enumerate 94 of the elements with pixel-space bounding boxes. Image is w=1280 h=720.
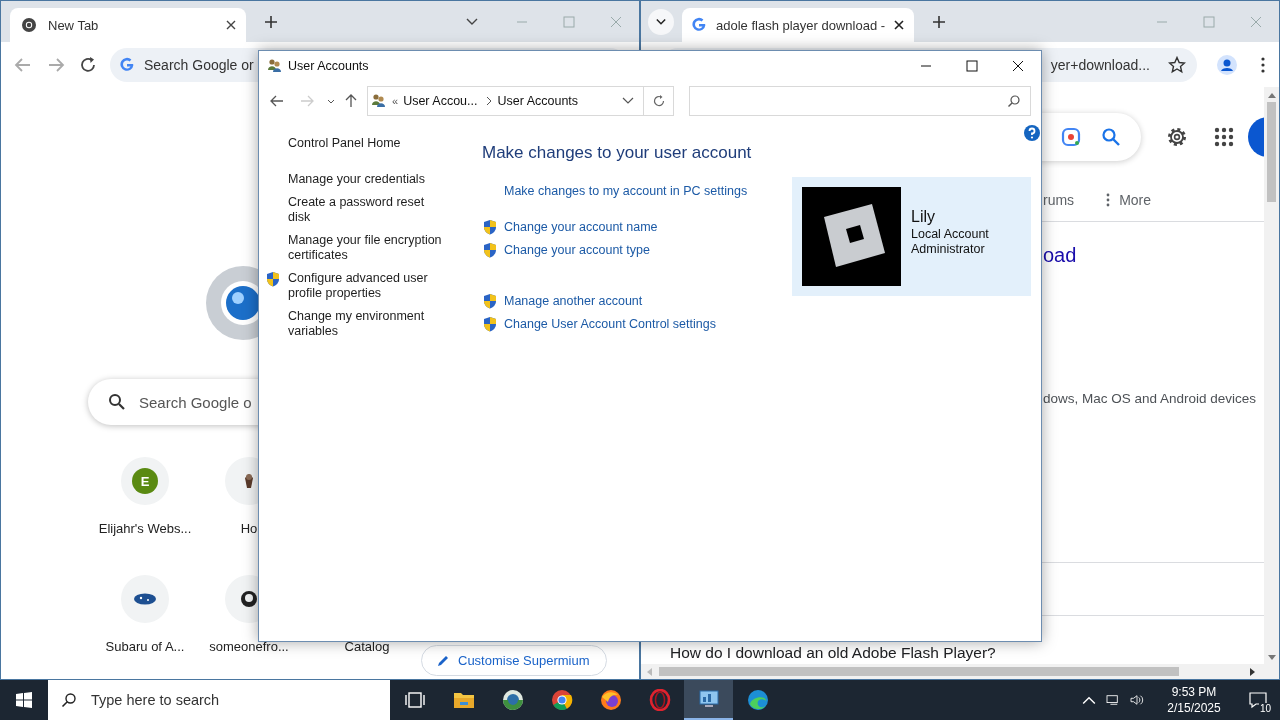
wave-icon [746,689,769,711]
dropdown-icon[interactable] [327,98,335,104]
scrollbar-thumb[interactable] [659,667,1179,676]
up-arrow-icon[interactable] [343,93,359,109]
clock[interactable]: 9:53 PM 2/15/2025 [1156,684,1232,716]
window-title: User Accounts [288,58,369,73]
result-link[interactable]: oad [1043,242,1077,268]
profile-icon[interactable] [1217,54,1237,75]
g-logo-icon [691,17,707,33]
right-arrow-icon[interactable] [1250,667,1255,676]
search-field[interactable] [689,86,1031,116]
browser-logo-icon [21,17,37,33]
chevron-right-icon[interactable] [486,96,493,106]
browser-tab[interactable]: New Tab [10,8,246,42]
task-view-icon [403,689,426,711]
refresh-icon [651,94,666,108]
tab-search-button[interactable] [648,8,674,35]
new-tab-icon[interactable] [264,14,278,29]
maximize-icon[interactable] [966,59,978,72]
flame-circle-icon [599,689,622,711]
account-type: Local Account [911,226,989,242]
kebab-icon [1106,193,1111,207]
search-icon [61,692,77,708]
browser-tab[interactable]: adole flash player download - [682,8,914,42]
scrollbar[interactable] [1264,87,1279,664]
account-name: Lily [911,206,936,227]
windows-logo-icon [16,692,32,708]
close-icon[interactable] [1012,59,1024,72]
search-field[interactable]: Type here to search [48,680,390,720]
reload-icon[interactable] [78,54,98,75]
search-icon[interactable] [1101,127,1121,147]
volume-icon[interactable] [1130,694,1144,706]
back-arrow-icon[interactable] [269,93,285,109]
page-heading: Make changes to your user account [482,142,753,164]
settings-icon[interactable] [1166,126,1188,148]
close-icon[interactable] [226,20,236,30]
address-bar[interactable]: « User Accou... User Accounts [367,86,644,116]
notification-button[interactable]: 10 [1236,680,1280,720]
scrollbar-thumb[interactable] [1267,102,1276,202]
search-icon [1007,94,1021,108]
sidebar-link[interactable]: Create a password reset disk [288,195,448,225]
breadcrumb-item[interactable]: User Accou... [403,94,478,108]
chevron-up-icon[interactable] [1082,694,1096,706]
users-icon [267,57,283,74]
sidebar-link[interactable]: Control Panel Home [288,136,448,151]
refresh-button[interactable] [644,86,674,116]
search-field[interactable]: Search Google o [88,379,588,425]
task-link[interactable]: Change User Account Control settings [504,316,716,332]
question-text[interactable]: How do I download an old Adobe Flash Player? [670,644,996,662]
task-link[interactable]: Manage another account [504,293,643,309]
breadcrumb-item[interactable]: User Accounts [497,94,579,108]
search-tab[interactable]: rums [1043,192,1075,208]
scrollbar[interactable] [641,664,1279,679]
tricolor-circle-icon [550,689,573,711]
chevron-down-icon[interactable] [466,17,478,26]
up-arrow-icon[interactable] [1267,93,1276,98]
g-logo-icon [119,56,135,73]
search-icon [108,393,126,411]
network-icon[interactable] [1106,694,1120,706]
globe-icon [501,689,524,711]
shortcut-label[interactable]: someonefro... [209,639,289,654]
shortcut-label[interactable]: Elijahr's Webs... [98,521,192,536]
chevron-down-icon[interactable] [622,97,634,105]
down-arrow-icon[interactable] [1267,655,1276,660]
apps-grid-icon[interactable] [1214,127,1234,147]
pencil-icon [436,653,450,668]
ring-icon [648,689,671,711]
users-icon [371,93,387,109]
monitor-chart-icon [697,688,720,710]
close-icon[interactable] [894,20,904,30]
chevron-down-icon [656,17,666,26]
help-icon[interactable] [1024,125,1040,141]
task-link[interactable]: Change your account type [504,242,650,258]
sidebar-link[interactable]: Configure advanced user profile properties [288,271,448,301]
shortcut-label[interactable]: Catalog [344,639,390,654]
sidebar-link[interactable]: Manage your file encryption certificates [288,233,448,263]
shortcut-label[interactable]: Subaru of A... [105,639,185,654]
sidebar-link[interactable]: Change my environment variables [288,309,448,339]
lens-icon[interactable] [1061,127,1081,147]
menu-icon[interactable] [1261,56,1265,73]
shortcut-label[interactable]: Ho [240,521,258,536]
breadcrumb-overflow[interactable]: « [392,95,399,107]
result-snippet: dows, Mac OS and Android devices [1043,390,1257,408]
more-menu[interactable]: More [1106,192,1152,208]
sidebar-link[interactable]: Manage your credentials [288,172,448,187]
shortcut-icon[interactable]: E [121,457,169,505]
star-icon[interactable] [1168,55,1186,74]
notification-count: 10 [1258,703,1272,714]
task-link[interactable]: Change your account name [504,219,658,235]
new-tab-icon[interactable] [932,14,946,29]
account-role: Administrator [911,241,986,257]
shortcut-icon[interactable] [121,575,169,623]
customise-button[interactable]: Customise Supermium [421,645,607,676]
task-link[interactable]: Make changes to my account in PC settings [504,183,748,199]
